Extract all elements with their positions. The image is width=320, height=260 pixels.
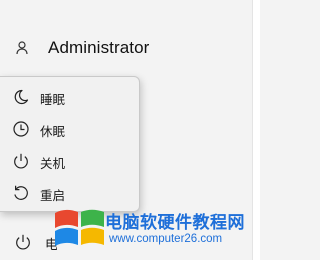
watermark-url: www.computer26.com (109, 233, 223, 245)
site-watermark: 电脑软硬件教程网 www.computer26.com (54, 205, 259, 251)
shutdown-power-icon (14, 153, 28, 169)
restart-icon (14, 185, 28, 200)
menu-item-label: 关机 (40, 156, 66, 171)
power-icon (16, 234, 30, 250)
menu-item-restart[interactable]: 重启 (0, 177, 139, 208)
menu-item-label: 重启 (40, 188, 66, 203)
watermark-title: 电脑软硬件教程网 (105, 213, 245, 233)
menu-item-shutdown[interactable]: 关机 (0, 145, 139, 176)
power-options-menu: 睡眠 休眠 关机 重启 (0, 76, 140, 212)
menu-item-label: 休眠 (40, 124, 66, 139)
user-account-button[interactable]: Administrator (0, 30, 252, 66)
sleep-moon-icon (14, 89, 29, 105)
menu-item-sleep[interactable]: 睡眠 (0, 81, 139, 112)
hibernate-clock-icon (13, 121, 29, 137)
user-name: Administrator (48, 38, 150, 57)
windows-logo-icon (55, 209, 104, 246)
menu-item-label: 睡眠 (40, 92, 66, 107)
person-icon (16, 41, 28, 55)
menu-item-hibernate[interactable]: 休眠 (0, 113, 139, 144)
